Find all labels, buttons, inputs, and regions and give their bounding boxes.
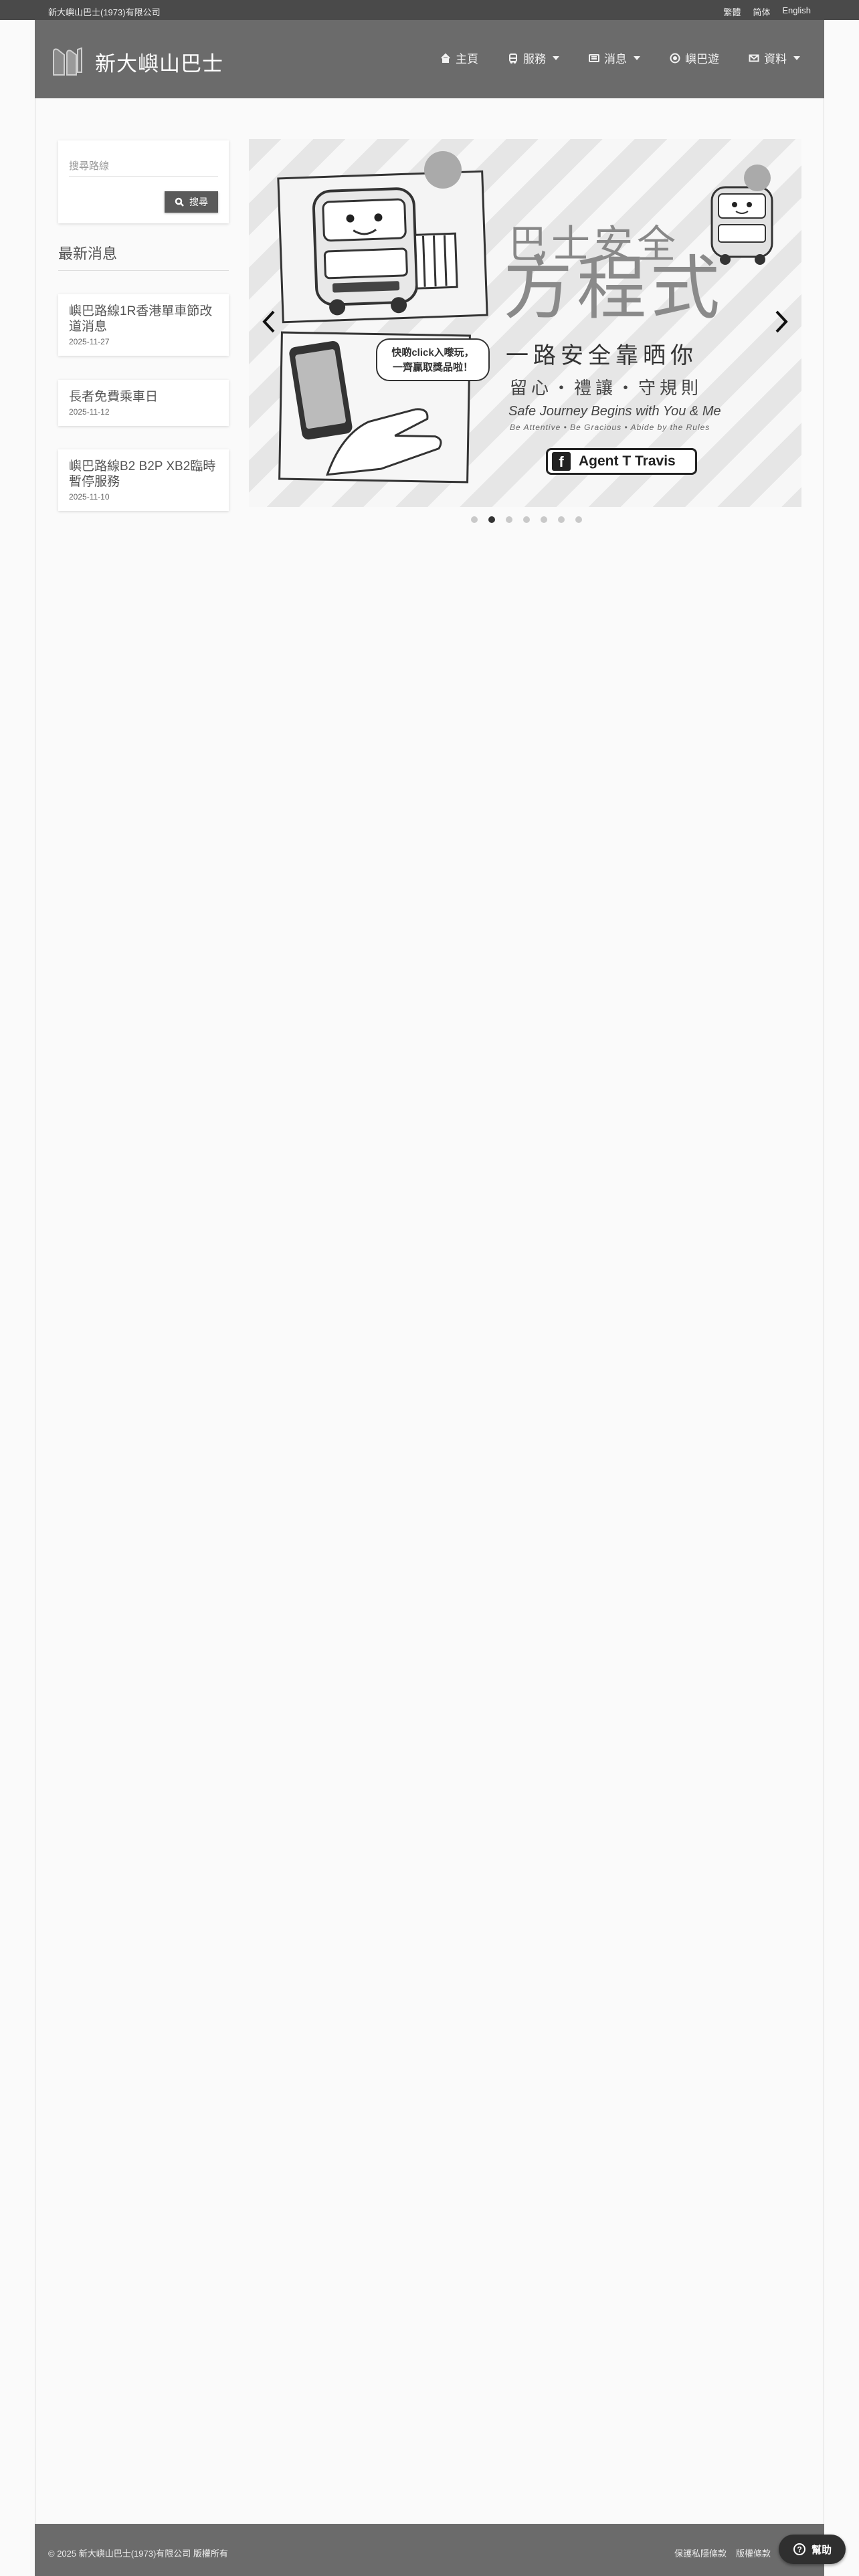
news-item[interactable]: 長者免費乘車日 2025-11-12	[58, 380, 229, 426]
chevron-right-icon	[775, 310, 788, 333]
copyright-terms-link[interactable]: 版權條款	[736, 2547, 771, 2559]
nav-info-label: 資料	[764, 53, 787, 66]
speech-bubble: 快啲click入嚟玩， 一齊贏取獎品啦！	[376, 338, 490, 381]
language-switcher: 繁體 简体 English	[723, 5, 811, 18]
news-item-date: 2025-11-10	[69, 492, 110, 502]
nav-news-label: 消息	[604, 53, 627, 66]
carousel-prev-button[interactable]	[262, 310, 276, 334]
footer-links: 保護私隱條款 版權條款	[674, 2547, 771, 2559]
news-item[interactable]: 嶼巴路線B2 B2P XB2臨時暫停服務 2025-11-10	[58, 449, 229, 511]
page-footer: © 2025 新大嶼山巴士(1973)有限公司 版權所有 保護私隱條款 版權條款	[35, 2524, 824, 2576]
facebook-icon: f	[552, 452, 571, 471]
privacy-link[interactable]: 保護私隱條款	[674, 2547, 727, 2559]
main-nav: 主頁 服務 消息 嶼巴遊 資料	[440, 49, 800, 66]
banner-carousel: 快啲click入嚟玩， 一齊贏取獎品啦！ 巴士安全 方程式 一路安全靠晒你 留心…	[249, 139, 801, 507]
carousel-indicator-dot[interactable]	[506, 516, 512, 523]
chevron-down-icon	[553, 56, 559, 60]
carousel-indicator-dot[interactable]	[523, 516, 530, 523]
news-item-date: 2025-11-12	[69, 407, 110, 417]
carousel-indicator-dot[interactable]	[541, 516, 547, 523]
home-icon	[441, 53, 450, 63]
chevron-down-icon	[793, 56, 800, 60]
nav-services[interactable]: 服務	[508, 49, 559, 66]
top-utility-bar: 新大嶼山巴士(1973)有限公司 繁體 简体 English	[0, 0, 859, 20]
nav-island-tour[interactable]: 嶼巴遊	[670, 49, 719, 66]
safety-badge-icon	[424, 151, 462, 189]
news-item[interactable]: 嶼巴路線1R香港單車節改道消息 2025-11-27	[58, 294, 229, 356]
search-button-label: 搜尋	[189, 197, 208, 207]
nav-services-label: 服務	[523, 53, 546, 66]
main-navbar: 新大嶼山巴士 主頁 服務 消息 嶼巴遊 資料	[35, 20, 824, 98]
cartoon-bus-small-illustration	[710, 186, 773, 265]
poster-slogan: 一路安全靠晒你	[506, 342, 698, 369]
route-search-card: 搜尋	[58, 140, 229, 223]
news-divider	[58, 270, 229, 271]
news-item-title[interactable]: 嶼巴路線B2 B2P XB2臨時暫停服務	[69, 459, 218, 490]
facebook-agent-link[interactable]: f Agent T Travis	[546, 448, 697, 475]
news-item-title[interactable]: 長者免費乘車日	[69, 389, 218, 405]
poster-english-sub: Be Attentive • Be Gracious • Abide by th…	[510, 423, 710, 432]
help-button[interactable]: ? 幫助	[779, 2535, 846, 2564]
search-icon	[175, 197, 184, 207]
company-name: 新大嶼山巴士(1973)有限公司	[48, 7, 161, 17]
carousel-indicators	[471, 516, 582, 523]
carousel-indicator-dot[interactable]	[575, 516, 582, 523]
carousel-indicator-dot[interactable]	[488, 516, 495, 523]
news-heading: 最新消息	[58, 245, 118, 262]
lang-traditional-link[interactable]: 繁體	[723, 5, 741, 18]
help-icon: ?	[793, 2543, 805, 2555]
news-item-date: 2025-11-27	[69, 337, 110, 346]
newspaper-icon	[589, 53, 599, 62]
chevron-left-icon	[262, 310, 275, 333]
nav-island-tour-label: 嶼巴遊	[685, 53, 719, 66]
facebook-agent-label: Agent T Travis	[579, 453, 676, 469]
lang-simplified-link[interactable]: 简体	[753, 5, 770, 18]
lang-english-link[interactable]: English	[782, 5, 811, 18]
brand-name: 新大嶼山巴士	[95, 51, 223, 76]
nav-home-label: 主頁	[456, 53, 478, 66]
safety-badge-small-icon	[744, 165, 771, 191]
cartoon-bus-illustration	[312, 187, 458, 316]
footer-copyright: © 2025 新大嶼山巴士(1973)有限公司 版權所有	[48, 2549, 228, 2559]
svg-text:?: ?	[797, 2545, 801, 2555]
nav-info[interactable]: 資料	[749, 49, 800, 66]
chevron-down-icon	[634, 56, 640, 60]
news-item-title[interactable]: 嶼巴路線1R香港單車節改道消息	[69, 304, 218, 334]
poster-title-big: 方程式	[503, 247, 725, 329]
bus-icon	[509, 53, 517, 64]
poster-english: Safe Journey Begins with You & Me	[508, 404, 721, 419]
speech-line-2: 一齊贏取獎品啦！	[392, 362, 473, 373]
help-button-label: 幫助	[811, 2544, 832, 2556]
brand-link[interactable]: 新大嶼山巴士	[50, 45, 223, 78]
envelope-icon	[749, 54, 759, 62]
route-search-button[interactable]: 搜尋	[165, 191, 218, 213]
carousel-indicator-dot[interactable]	[558, 516, 565, 523]
carousel-next-button[interactable]	[775, 310, 788, 334]
poster-subslogan: 留心・禮讓・守規則	[510, 379, 703, 399]
comic-panel-bus	[277, 170, 488, 324]
route-search-input[interactable]	[69, 156, 218, 177]
nav-home[interactable]: 主頁	[440, 49, 478, 66]
compass-icon	[670, 53, 680, 63]
nav-news[interactable]: 消息	[589, 49, 640, 66]
speech-line-1: 快啲click入嚟玩，	[391, 347, 474, 358]
brand-logo-icon	[53, 47, 82, 76]
carousel-indicator-dot[interactable]	[471, 516, 478, 523]
